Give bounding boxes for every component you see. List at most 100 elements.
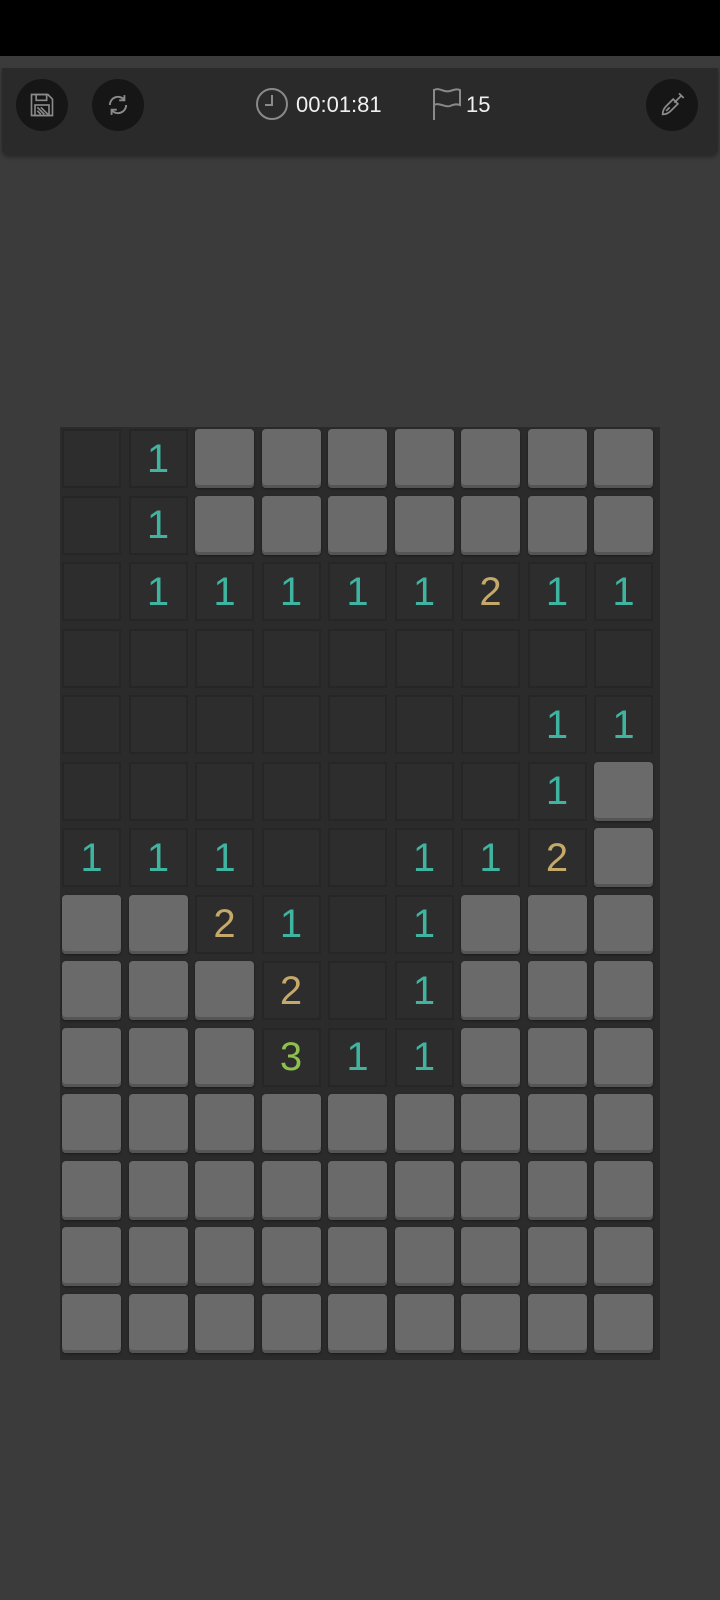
empty-cell[interactable] <box>128 761 188 821</box>
number-cell[interactable]: 1 <box>594 695 653 754</box>
number-cell[interactable]: 1 <box>261 894 321 954</box>
empty-cell[interactable] <box>195 628 254 688</box>
hidden-cell[interactable] <box>394 495 454 555</box>
hidden-cell[interactable] <box>527 1293 587 1353</box>
hidden-cell[interactable] <box>394 1094 454 1153</box>
hidden-cell[interactable] <box>527 1160 587 1220</box>
number-cell[interactable]: 1 <box>261 562 321 621</box>
hidden-cell[interactable] <box>261 1227 321 1286</box>
hidden-cell[interactable] <box>261 495 321 555</box>
empty-cell[interactable] <box>328 828 387 887</box>
hidden-cell[interactable] <box>195 495 254 555</box>
empty-cell[interactable] <box>62 761 121 821</box>
empty-cell[interactable] <box>261 695 321 754</box>
hidden-cell[interactable] <box>461 961 520 1020</box>
number-cell[interactable]: 1 <box>394 1027 454 1087</box>
hidden-cell[interactable] <box>394 1293 454 1353</box>
hidden-cell[interactable] <box>62 1094 121 1153</box>
hidden-cell[interactable] <box>527 495 587 555</box>
hidden-cell[interactable] <box>527 894 587 954</box>
hidden-cell[interactable] <box>527 1027 587 1087</box>
number-cell[interactable]: 1 <box>328 562 387 621</box>
empty-cell[interactable] <box>527 628 587 688</box>
empty-cell[interactable] <box>461 695 520 754</box>
empty-cell[interactable] <box>261 828 321 887</box>
hidden-cell[interactable] <box>461 1027 520 1087</box>
hidden-cell[interactable] <box>195 1227 254 1286</box>
empty-cell[interactable] <box>461 761 520 821</box>
hidden-cell[interactable] <box>461 1094 520 1153</box>
empty-cell[interactable] <box>195 695 254 754</box>
hidden-cell[interactable] <box>62 1160 121 1220</box>
hidden-cell[interactable] <box>527 961 587 1020</box>
hidden-cell[interactable] <box>394 1227 454 1286</box>
hidden-cell[interactable] <box>328 1227 387 1286</box>
hidden-cell[interactable] <box>461 1227 520 1286</box>
number-cell[interactable]: 2 <box>527 828 587 887</box>
hidden-cell[interactable] <box>527 429 587 488</box>
hidden-cell[interactable] <box>62 1027 121 1087</box>
hidden-cell[interactable] <box>62 894 121 954</box>
empty-cell[interactable] <box>128 695 188 754</box>
empty-cell[interactable] <box>461 628 520 688</box>
empty-cell[interactable] <box>62 495 121 555</box>
hidden-cell[interactable] <box>195 429 254 488</box>
hidden-cell[interactable] <box>594 1027 653 1087</box>
hidden-cell[interactable] <box>195 1160 254 1220</box>
empty-cell[interactable] <box>394 695 454 754</box>
number-cell[interactable]: 2 <box>261 961 321 1020</box>
empty-cell[interactable] <box>62 562 121 621</box>
hidden-cell[interactable] <box>62 1227 121 1286</box>
hidden-cell[interactable] <box>527 1227 587 1286</box>
empty-cell[interactable] <box>594 628 653 688</box>
hidden-cell[interactable] <box>195 1094 254 1153</box>
hidden-cell[interactable] <box>461 495 520 555</box>
number-cell[interactable]: 1 <box>328 1027 387 1087</box>
dig-mode-button[interactable] <box>646 79 698 131</box>
number-cell[interactable]: 1 <box>527 761 587 821</box>
hidden-cell[interactable] <box>594 828 653 887</box>
empty-cell[interactable] <box>62 429 121 488</box>
hidden-cell[interactable] <box>594 1293 653 1353</box>
hidden-cell[interactable] <box>527 1094 587 1153</box>
hidden-cell[interactable] <box>594 961 653 1020</box>
hidden-cell[interactable] <box>394 429 454 488</box>
hidden-cell[interactable] <box>62 1293 121 1353</box>
number-cell[interactable]: 1 <box>128 828 188 887</box>
hidden-cell[interactable] <box>461 1293 520 1353</box>
empty-cell[interactable] <box>128 628 188 688</box>
hidden-cell[interactable] <box>128 1293 188 1353</box>
empty-cell[interactable] <box>261 761 321 821</box>
number-cell[interactable]: 1 <box>394 894 454 954</box>
empty-cell[interactable] <box>328 961 387 1020</box>
hidden-cell[interactable] <box>128 1094 188 1153</box>
hidden-cell[interactable] <box>261 1094 321 1153</box>
hidden-cell[interactable] <box>328 1094 387 1153</box>
hidden-cell[interactable] <box>328 1293 387 1353</box>
hidden-cell[interactable] <box>261 429 321 488</box>
hidden-cell[interactable] <box>461 1160 520 1220</box>
hidden-cell[interactable] <box>594 1094 653 1153</box>
number-cell[interactable]: 1 <box>62 828 121 887</box>
number-cell[interactable]: 1 <box>394 961 454 1020</box>
number-cell[interactable]: 1 <box>195 828 254 887</box>
empty-cell[interactable] <box>328 761 387 821</box>
empty-cell[interactable] <box>328 695 387 754</box>
number-cell[interactable]: 1 <box>527 562 587 621</box>
hidden-cell[interactable] <box>128 894 188 954</box>
number-cell[interactable]: 1 <box>128 429 188 488</box>
hidden-cell[interactable] <box>461 429 520 488</box>
hidden-cell[interactable] <box>128 961 188 1020</box>
number-cell[interactable]: 1 <box>527 695 587 754</box>
number-cell[interactable]: 1 <box>128 562 188 621</box>
hidden-cell[interactable] <box>328 429 387 488</box>
number-cell[interactable]: 3 <box>261 1027 321 1087</box>
hidden-cell[interactable] <box>261 1293 321 1353</box>
empty-cell[interactable] <box>394 628 454 688</box>
hidden-cell[interactable] <box>195 1027 254 1087</box>
number-cell[interactable]: 1 <box>128 495 188 555</box>
empty-cell[interactable] <box>62 628 121 688</box>
hidden-cell[interactable] <box>261 1160 321 1220</box>
hidden-cell[interactable] <box>594 1227 653 1286</box>
hidden-cell[interactable] <box>461 894 520 954</box>
